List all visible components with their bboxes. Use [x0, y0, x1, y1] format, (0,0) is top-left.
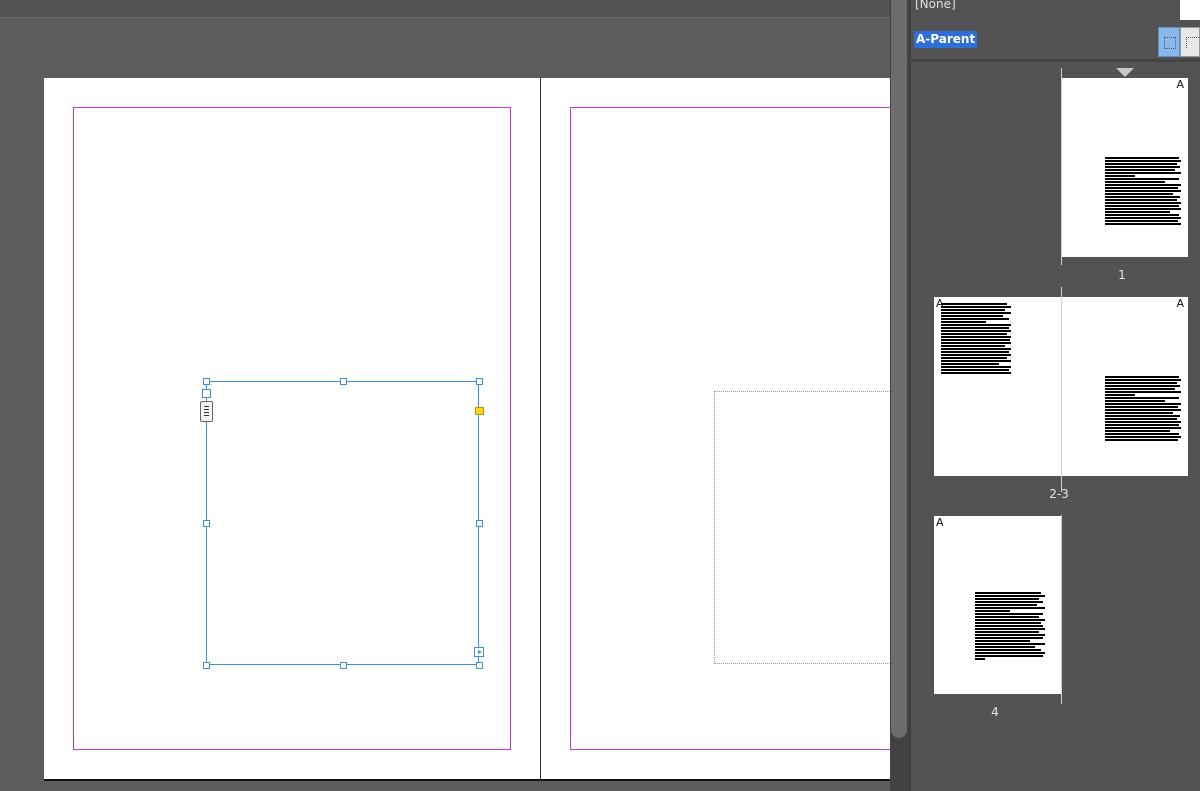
text-preview	[1105, 157, 1181, 226]
in-port[interactable]	[202, 389, 211, 398]
scrollbar-thumb[interactable]	[891, 0, 907, 738]
panel-divider[interactable]	[911, 59, 1200, 62]
parent-spread-thumbnail-icon[interactable]	[1180, 27, 1200, 57]
text-preview	[941, 303, 1013, 375]
handle-top-center[interactable]	[340, 378, 347, 385]
page-thumbnail-1[interactable]: A	[1062, 78, 1188, 257]
selected-text-frame[interactable]	[206, 381, 479, 665]
page-thumbnail-4[interactable]: A	[934, 516, 1061, 694]
handle-bottom-left[interactable]	[203, 662, 210, 669]
spread-spine	[540, 78, 541, 781]
parent-thumbnail-icon[interactable]	[1158, 27, 1180, 57]
handle-bottom-right[interactable]	[476, 662, 483, 669]
parent-none-thumbnail[interactable]	[1180, 0, 1200, 20]
page-thumbnail-2[interactable]: A	[934, 297, 1061, 476]
handle-top-left[interactable]	[203, 378, 210, 385]
current-page-indicator-icon	[1116, 68, 1134, 77]
live-corner-widget[interactable]	[475, 407, 484, 415]
parent-letter: A	[1176, 297, 1184, 310]
page-thumbnail-3[interactable]: A	[1062, 297, 1188, 476]
page-label-4: 4	[991, 705, 999, 719]
page-label-2-3: 2-3	[1049, 487, 1069, 501]
document-canvas[interactable]	[0, 0, 890, 791]
spread-spine-line	[1061, 515, 1062, 704]
handle-middle-left[interactable]	[203, 520, 210, 527]
out-port-icon[interactable]	[474, 647, 484, 657]
page-label-1: 1	[1118, 268, 1126, 282]
handle-top-right[interactable]	[476, 378, 483, 385]
parent-a-item[interactable]: A-Parent	[914, 31, 978, 48]
handle-middle-right[interactable]	[476, 520, 483, 527]
ruler-strip	[0, 0, 890, 18]
parent-none-item[interactable]: [None]	[915, 0, 956, 11]
empty-text-frame[interactable]	[714, 391, 890, 664]
text-preview	[1105, 376, 1181, 442]
story-thread-icon[interactable]	[200, 401, 213, 422]
parent-letter: A	[1176, 78, 1184, 91]
handle-bottom-center[interactable]	[340, 662, 347, 669]
text-preview	[975, 592, 1047, 661]
parent-letter: A	[936, 516, 944, 529]
